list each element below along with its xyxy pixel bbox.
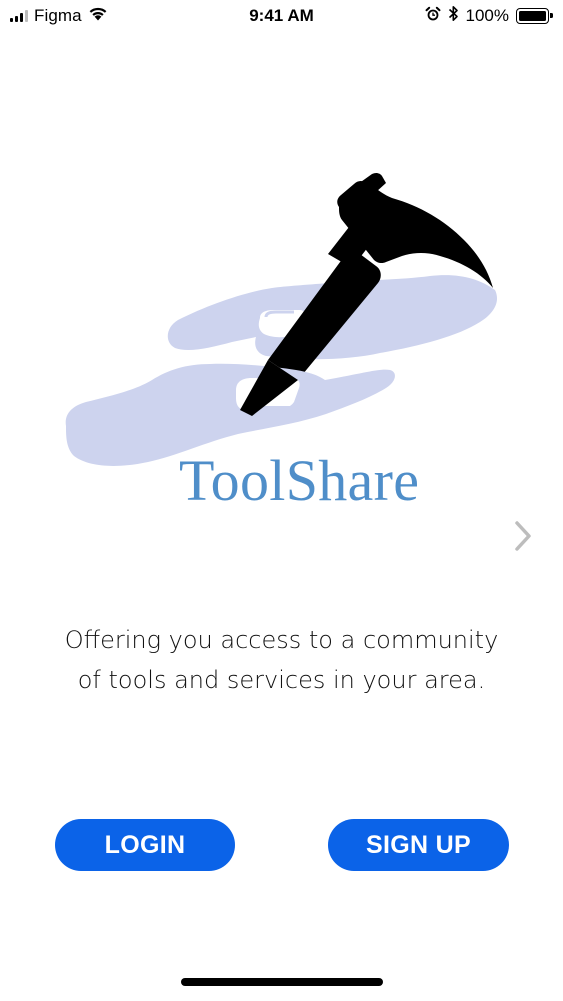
brand-name: ToolShare [179,448,420,513]
next-slide-button[interactable] [508,516,538,556]
battery-icon [516,8,553,24]
chevron-right-icon [515,521,531,551]
tagline-line-1: Offering you access to a community [64,626,499,654]
login-button[interactable]: LOGIN [55,819,235,871]
home-indicator[interactable] [181,978,383,986]
signup-button[interactable]: SIGN UP [328,819,509,871]
tagline: Offering you access to a community of to… [30,620,533,700]
bluetooth-icon [448,5,459,27]
status-bar: Figma 9:41 AM 100% [0,0,563,34]
tagline-line-2: of tools and services in your area. [77,666,486,694]
alarm-icon [425,6,441,27]
status-right: 100% [425,5,553,27]
battery-percent: 100% [465,6,509,25]
